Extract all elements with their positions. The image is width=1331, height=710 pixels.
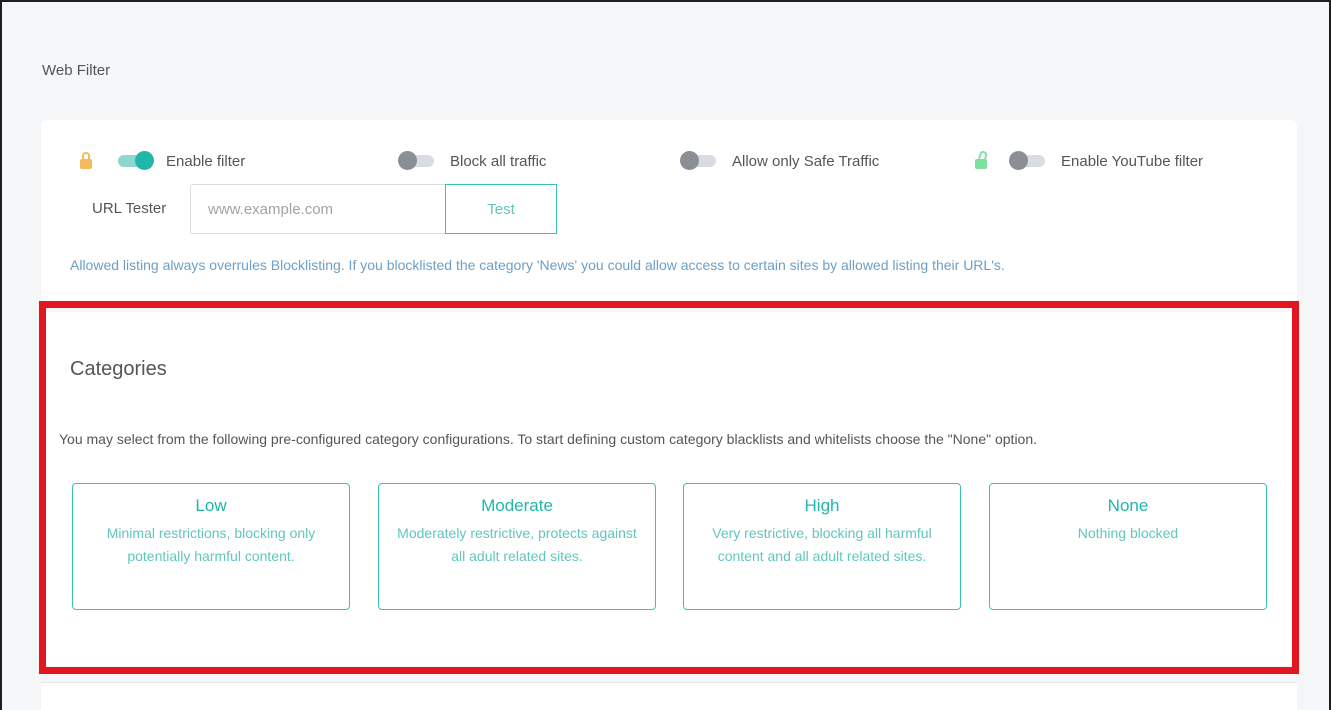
enable-filter-row: Enable filter bbox=[80, 150, 245, 172]
page-title: Web Filter bbox=[42, 62, 111, 79]
option-description: Moderately restrictive, protects against… bbox=[397, 525, 637, 564]
categories-title: Categories bbox=[70, 358, 167, 380]
category-option-high[interactable]: High Very restrictive, blocking all harm… bbox=[683, 483, 961, 610]
categories-description: You may select from the following pre-co… bbox=[59, 431, 1038, 447]
option-description: Very restrictive, blocking all harmful c… bbox=[712, 525, 932, 564]
youtube-filter-label: Enable YouTube filter bbox=[1061, 152, 1204, 170]
safe-traffic-row: Allow only Safe Traffic bbox=[680, 150, 879, 172]
option-title: High bbox=[804, 496, 840, 515]
safe-traffic-toggle[interactable] bbox=[680, 151, 720, 170]
url-tester-label: URL Tester bbox=[92, 200, 167, 217]
next-section-card bbox=[41, 682, 1297, 710]
category-option-low[interactable]: Low Minimal restrictions, blocking only … bbox=[72, 483, 350, 610]
option-description: Minimal restrictions, blocking only pote… bbox=[106, 525, 316, 564]
enable-filter-label: Enable filter bbox=[166, 152, 246, 170]
category-option-moderate[interactable]: Moderate Moderately restrictive, protect… bbox=[378, 483, 656, 610]
allowlist-info-text: Allowed listing always overrules Blockli… bbox=[70, 257, 1005, 273]
safe-traffic-label: Allow only Safe Traffic bbox=[732, 152, 880, 170]
youtube-filter-toggle[interactable] bbox=[1009, 151, 1049, 170]
enable-filter-toggle[interactable] bbox=[114, 151, 154, 170]
lock-icon bbox=[80, 152, 92, 170]
option-description: Nothing blocked bbox=[1077, 525, 1179, 541]
block-all-traffic-toggle[interactable] bbox=[398, 151, 438, 170]
unlock-icon bbox=[975, 150, 989, 170]
option-title: Low bbox=[195, 496, 227, 515]
block-all-traffic-row: Block all traffic bbox=[398, 150, 546, 172]
option-title: Moderate bbox=[481, 496, 553, 515]
block-all-traffic-label: Block all traffic bbox=[450, 152, 547, 170]
test-button[interactable]: Test bbox=[445, 184, 557, 234]
youtube-filter-row: Enable YouTube filter bbox=[975, 150, 1203, 172]
url-tester-input[interactable] bbox=[190, 184, 446, 234]
category-option-none[interactable]: None Nothing blocked bbox=[989, 483, 1267, 610]
option-title: None bbox=[1107, 496, 1149, 515]
